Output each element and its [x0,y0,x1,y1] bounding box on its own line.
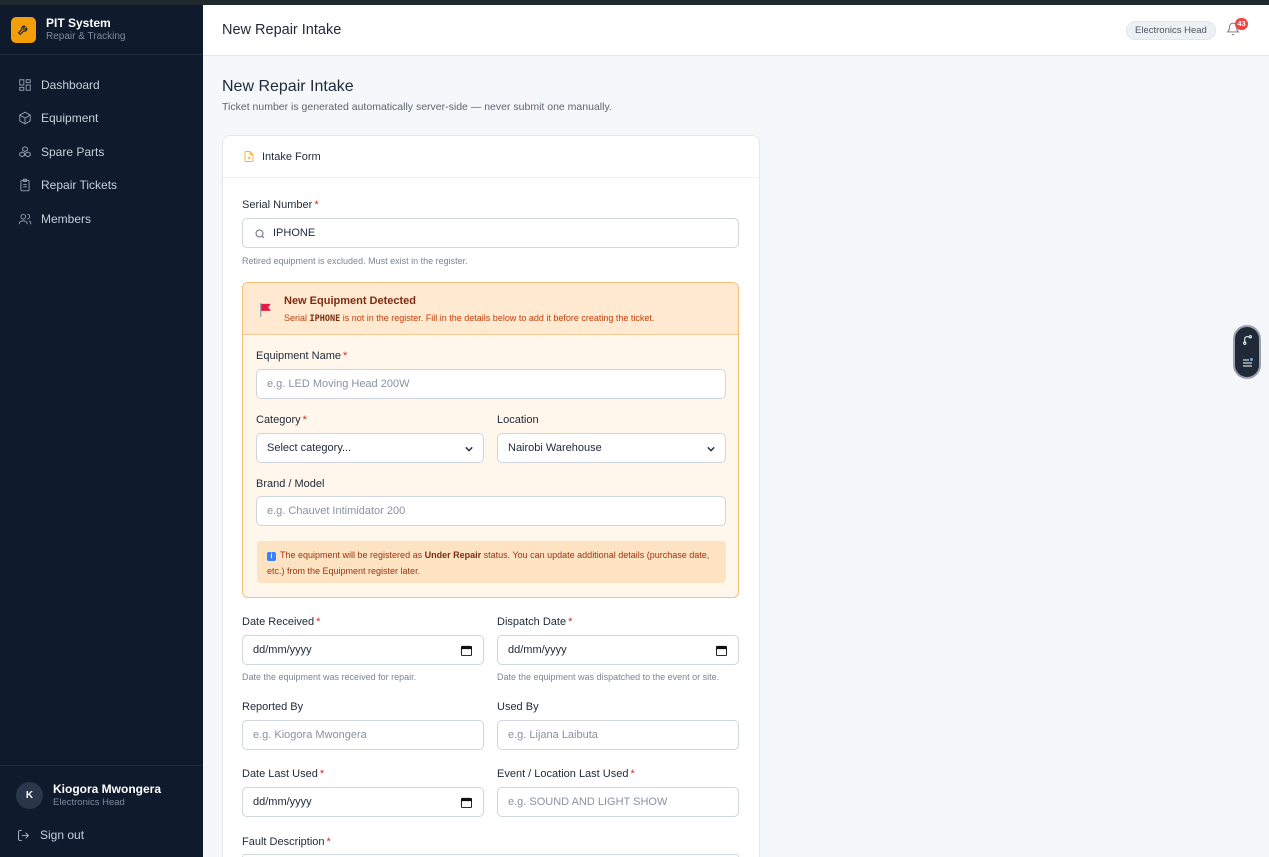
parts-icon [19,145,31,157]
date-last-used-input[interactable]: dd/mm/yyyy [242,787,484,817]
card-header: Intake Form [223,136,759,178]
reported-by-label: Reported By [242,701,304,713]
reported-by-input[interactable]: e.g. Kiogora Mwongera [242,720,484,750]
fault-description-label: Fault Description * [242,836,331,848]
clipboard-icon [20,178,30,192]
brand-model-input[interactable]: e.g. Chauvet Intimidator 200 [256,496,726,526]
wrench-icon [11,16,36,43]
branch-icon[interactable] [1242,334,1253,346]
used-by-label: Used By [497,701,539,713]
status-notice: i The equipment will be registered as Und… [257,541,726,583]
users-icon [18,213,32,225]
sidebar-item-label: Repair Tickets [41,178,118,193]
equipment-name-input[interactable]: e.g. LED Moving Head 200W [256,369,726,399]
sidebar-item-spare-parts[interactable]: Spare Parts [0,135,203,169]
date-last-used-label: Date Last Used * [242,768,325,780]
date-received-hint: Date the equipment was received for repa… [242,672,417,682]
new-equipment-message: Serial IPHONE is not in the register. Fi… [284,313,655,324]
sidebar-item-dashboard[interactable]: Dashboard [0,68,203,102]
sidebar-item-members[interactable]: Members [0,202,203,236]
user-name: Kiogora Mwongera [53,782,162,796]
page-subtitle: Ticket number is generated automatically… [222,101,612,113]
search-icon [255,229,265,239]
location-label: Location [497,414,539,426]
flag-icon [260,303,271,317]
serial-number-input[interactable]: IPHONE [242,218,739,248]
new-equipment-title: New Equipment Detected [284,295,417,307]
new-equipment-panel: New Equipment Detected Serial IPHONE is … [242,282,739,598]
date-received-label: Date Received * [242,616,321,628]
grid-icon [19,79,31,91]
sidebar-item-equipment[interactable]: Equipment [0,102,203,136]
new-equipment-header: New Equipment Detected Serial IPHONE is … [243,283,738,335]
card-title: Intake Form [262,150,321,163]
chevron-down-icon [707,446,715,452]
floating-toolbar[interactable] [1233,325,1261,379]
top-header: New Repair Intake Electronics Head 43 [203,5,1269,56]
sidebar-item-repair-tickets[interactable]: Repair Tickets [0,169,203,203]
calendar-icon[interactable] [461,797,472,808]
info-icon: i [267,552,276,561]
app-name: PIT System [46,16,111,30]
event-location-input[interactable]: e.g. SOUND AND LIGHT SHOW [497,787,739,817]
role-badge: Electronics Head [1126,21,1216,40]
sidebar-item-label: Members [41,211,92,226]
list-icon[interactable] [1241,357,1254,369]
category-select[interactable]: Select category... [256,433,484,463]
notifications-button[interactable]: 43 [1226,18,1248,38]
logout-icon [18,829,29,841]
sidebar: PIT System Repair & Tracking Dashboard E… [0,5,203,857]
brand-model-label: Brand / Model [256,478,325,490]
sidebar-item-label: Dashboard [41,77,100,92]
dispatch-date-label: Dispatch Date * [497,616,573,628]
serial-number-label: Serial Number * [242,199,319,211]
sign-out-label: Sign out [40,828,85,842]
dispatch-date-input[interactable]: dd/mm/yyyy [497,635,739,665]
date-received-input[interactable]: dd/mm/yyyy [242,635,484,665]
header-title: New Repair Intake [222,22,342,38]
file-plus-icon [244,151,254,162]
avatar[interactable]: K [16,782,43,809]
used-by-input[interactable]: e.g. Lijana Laibuta [497,720,739,750]
user-role: Electronics Head [53,797,125,808]
calendar-icon[interactable] [716,645,727,656]
serial-number-hint: Retired equipment is excluded. Must exis… [242,256,468,266]
location-select[interactable]: Nairobi Warehouse [497,433,726,463]
category-label: Category * [256,414,307,426]
user-panel: K Kiogora Mwongera Electronics Head Sign… [0,765,203,842]
equipment-name-label: Equipment Name * [256,350,348,362]
sidebar-item-label: Spare Parts [41,144,105,159]
brand[interactable]: PIT System Repair & Tracking [0,5,203,55]
app-subtitle: Repair & Tracking [46,31,126,42]
sidebar-item-label: Equipment [41,111,99,126]
page-title: New Repair Intake [222,78,354,95]
sidebar-nav: Dashboard Equipment Spare Parts Repair T… [0,55,203,236]
calendar-icon[interactable] [461,645,472,656]
dispatch-date-hint: Date the equipment was dispatched to the… [497,672,720,682]
chevron-down-icon [465,446,473,452]
sign-out-button[interactable]: Sign out [0,828,203,842]
notification-count-badge: 43 [1235,18,1248,30]
box-icon [19,111,31,125]
serial-number-value: IPHONE [273,227,316,239]
event-location-label: Event / Location Last Used * [497,768,635,780]
